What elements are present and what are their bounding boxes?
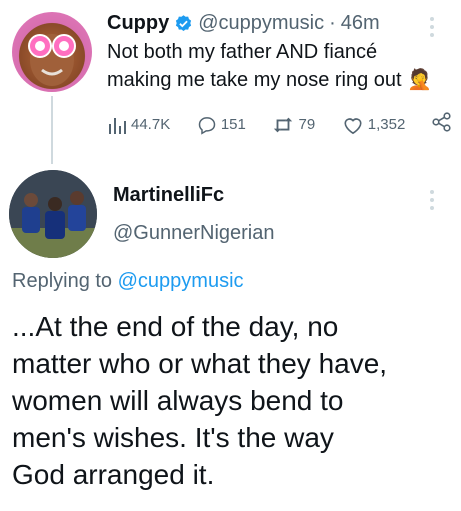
replying-to-handle-link[interactable]: @cuppymusic: [118, 270, 244, 292]
reply-count: 151: [220, 116, 246, 133]
verified-badge-icon: [174, 14, 193, 33]
reply-text-line: God arranged it.: [12, 459, 215, 490]
reply-text-line: men's wishes. It's the way: [12, 422, 334, 453]
separator: ·: [329, 12, 336, 34]
reply-text-line: women will always bend to: [12, 385, 344, 416]
retweet-icon: [274, 117, 293, 132]
replying-to-label: Replying to: [12, 270, 113, 292]
like-count: 1,352: [367, 116, 406, 133]
reply-text: ...At the end of the day, no matter who …: [12, 308, 457, 493]
speech-bubble-icon: [198, 116, 216, 135]
share-icon[interactable]: [432, 112, 452, 137]
heart-icon: [344, 117, 362, 134]
tweet-header: Cuppy @cuppymusic · 46m: [107, 12, 380, 35]
avatar-martinellifc-image: [9, 170, 97, 258]
avatar-cuppy-image: [28, 34, 76, 86]
author-handle[interactable]: @cuppymusic: [198, 12, 324, 35]
replying-to: Replying to @cuppymusic: [12, 270, 244, 293]
retweet-button[interactable]: 79: [272, 115, 315, 135]
tweet-actions: 44.7K 151 79 1,352: [107, 112, 452, 137]
tweet-text-line: making me take my nose ring out 🤦: [107, 69, 433, 91]
avatar-martinellifc[interactable]: [9, 170, 97, 258]
reply-button[interactable]: 151: [197, 115, 246, 135]
views-count: 44.7K: [131, 116, 171, 133]
reply-text-line: ...At the end of the day, no: [12, 311, 339, 342]
reply-text-line: matter who or what they have,: [12, 348, 388, 379]
tweet-text-line: Not both my father AND fiancé: [107, 41, 378, 63]
reply-author-handle[interactable]: @GunnerNigerian: [113, 222, 275, 245]
thread-line: [51, 96, 53, 164]
tweet-text: Not both my father AND fiancé making me …: [107, 38, 457, 94]
retweet-count: 79: [298, 116, 316, 133]
avatar-cuppy[interactable]: [12, 12, 92, 92]
reply-more-vertical-icon[interactable]: [428, 188, 436, 217]
like-button[interactable]: 1,352: [342, 115, 406, 135]
reply-author-name[interactable]: MartinelliFc: [113, 184, 224, 207]
tweet-time[interactable]: 46m: [341, 12, 380, 35]
bar-chart-icon: [109, 117, 126, 134]
views-stat[interactable]: 44.7K: [107, 116, 170, 134]
author-name[interactable]: Cuppy: [107, 12, 169, 35]
